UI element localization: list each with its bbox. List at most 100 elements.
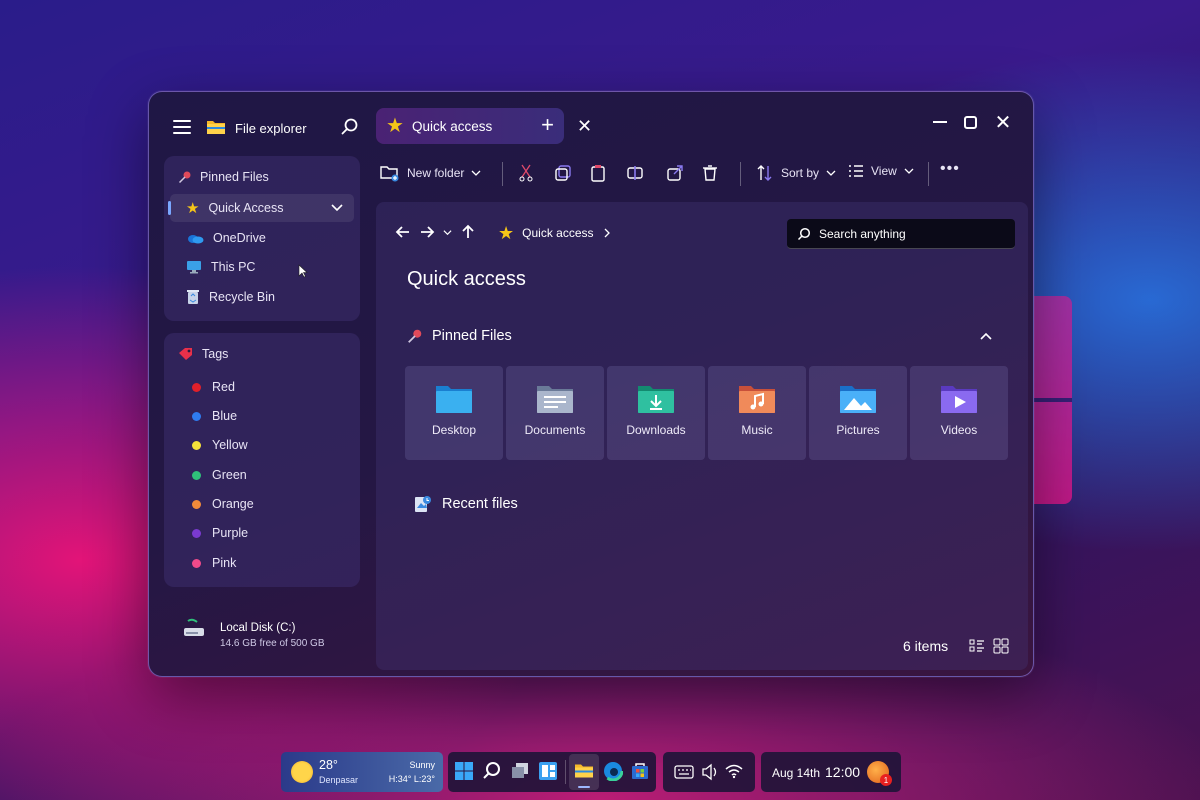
weather-city: Denpasar xyxy=(319,775,359,785)
tag-item-yellow[interactable]: Yellow xyxy=(192,438,248,452)
close-tab-icon[interactable]: ✕ xyxy=(577,116,592,136)
recent-files-section-heading[interactable]: Recent files xyxy=(413,494,518,514)
videos-folder-icon xyxy=(940,384,978,414)
folder-label: Desktop xyxy=(431,423,477,437)
close-window-button[interactable]: ✕ xyxy=(992,110,1014,134)
tag-label: Orange xyxy=(212,497,254,511)
sidebar-item-label: OneDrive xyxy=(213,231,266,245)
folder-tile-desktop[interactable]: Desktop xyxy=(405,366,503,460)
red-dot-icon xyxy=(192,382,201,392)
tag-item-red[interactable]: Red xyxy=(192,380,235,394)
chevron-up-icon[interactable] xyxy=(979,330,993,344)
sidebar-pinned-heading-label: Pinned Files xyxy=(200,170,269,184)
paste-icon[interactable] xyxy=(590,164,606,182)
edge-browser-icon[interactable] xyxy=(603,761,623,781)
toolbar-divider xyxy=(502,162,503,186)
weather-widget[interactable]: 28° Denpasar Sunny H:34° L:23° xyxy=(281,752,443,792)
disk-name[interactable]: Local Disk (C:) xyxy=(220,622,295,634)
up-arrow-icon[interactable] xyxy=(460,224,476,240)
new-folder-button[interactable]: New folder xyxy=(380,164,481,182)
store-icon[interactable] xyxy=(630,761,650,781)
tag-item-pink[interactable]: Pink xyxy=(192,556,236,570)
folder-tile-videos[interactable]: Videos xyxy=(910,366,1008,460)
new-tab-icon[interactable]: + xyxy=(541,112,554,138)
hard-drive-icon[interactable] xyxy=(183,618,205,640)
tiles-view-icon[interactable] xyxy=(993,638,1009,654)
clock-area[interactable]: Aug 14th 12:00 1 xyxy=(761,752,901,792)
new-folder-label: New folder xyxy=(407,166,465,180)
tag-item-orange[interactable]: Orange xyxy=(192,497,254,511)
delete-icon[interactable] xyxy=(702,164,718,182)
taskbar-divider xyxy=(565,760,566,784)
minimize-button[interactable] xyxy=(929,110,951,134)
search-icon[interactable] xyxy=(482,761,502,781)
sun-icon xyxy=(291,761,313,783)
main-content-area: ★ Quick access Search anything Quick acc… xyxy=(376,202,1028,670)
tag-label: Purple xyxy=(212,526,249,540)
monitor-icon xyxy=(186,260,202,274)
sidebar-item-onedrive[interactable]: OneDrive xyxy=(170,224,354,252)
chevron-down-icon[interactable] xyxy=(330,200,344,214)
widgets-icon[interactable] xyxy=(538,761,558,781)
forward-arrow-icon[interactable] xyxy=(419,224,435,240)
weather-high-low: H:34° L:23° xyxy=(388,774,435,784)
back-arrow-icon[interactable] xyxy=(395,224,411,240)
chevron-down-icon xyxy=(471,168,481,178)
taskbar-date: Aug 14th xyxy=(772,766,821,780)
volume-icon[interactable] xyxy=(701,763,719,781)
sidebar-item-quick-access[interactable]: ★ Quick Access xyxy=(168,194,354,222)
app-title: File explorer xyxy=(235,121,307,136)
details-view-icon[interactable] xyxy=(969,638,985,654)
cut-icon[interactable] xyxy=(518,164,534,182)
tags-heading: Tags xyxy=(178,347,228,361)
sidebar-item-recycle-bin[interactable]: Recycle Bin xyxy=(170,283,354,311)
folder-label: Videos xyxy=(940,423,978,437)
more-options-icon[interactable]: ••• xyxy=(940,160,960,178)
search-input[interactable]: Search anything xyxy=(787,219,1015,249)
hamburger-menu-icon[interactable] xyxy=(173,120,191,134)
tag-item-green[interactable]: Green xyxy=(192,468,247,482)
weather-temperature: 28° xyxy=(319,758,338,772)
task-view-icon[interactable] xyxy=(510,761,530,781)
new-folder-icon xyxy=(380,164,400,182)
sidebar-item-this-pc[interactable]: This PC xyxy=(170,253,354,281)
tag-label: Green xyxy=(212,468,247,482)
sidebar-pinned-heading: Pinned Files xyxy=(178,170,269,184)
view-button[interactable]: View xyxy=(848,164,914,178)
sort-icon xyxy=(756,164,774,182)
mouse-cursor-icon xyxy=(298,264,308,278)
folder-tile-documents[interactable]: Documents xyxy=(506,366,604,460)
taskbar-apps xyxy=(448,752,656,792)
pinned-files-section-heading[interactable]: Pinned Files xyxy=(407,328,512,344)
search-placeholder: Search anything xyxy=(819,226,906,241)
view-label: View xyxy=(871,164,897,178)
sort-by-button[interactable]: Sort by xyxy=(756,164,836,182)
wifi-icon[interactable] xyxy=(725,763,743,779)
disk-free-space: 14.6 GB free of 500 GB xyxy=(220,638,325,649)
folder-label: Pictures xyxy=(836,423,880,437)
maximize-button[interactable] xyxy=(959,110,981,134)
recent-locations-chevron-icon[interactable] xyxy=(443,228,452,237)
blue-dot-icon xyxy=(192,411,201,421)
search-icon[interactable] xyxy=(341,118,359,136)
rename-icon[interactable] xyxy=(626,164,644,182)
file-explorer-icon[interactable] xyxy=(574,761,594,779)
tags-heading-label: Tags xyxy=(202,347,229,361)
folder-tile-music[interactable]: Music xyxy=(708,366,806,460)
chevron-right-icon xyxy=(602,228,612,238)
downloads-folder-icon xyxy=(637,384,675,414)
system-tray xyxy=(663,752,755,792)
folder-label: Documents xyxy=(524,423,586,437)
windows-start-icon[interactable] xyxy=(454,761,474,781)
tag-item-blue[interactable]: Blue xyxy=(192,409,237,423)
breadcrumb-label: Quick access xyxy=(522,226,594,240)
tag-item-purple[interactable]: Purple xyxy=(192,526,248,540)
tag-icon xyxy=(178,347,194,361)
folder-tile-pictures[interactable]: Pictures xyxy=(809,366,907,460)
copy-icon[interactable] xyxy=(554,164,572,182)
folder-tile-downloads[interactable]: Downloads xyxy=(607,366,705,460)
keyboard-icon[interactable] xyxy=(674,765,694,779)
share-icon[interactable] xyxy=(666,164,684,182)
breadcrumb[interactable]: ★ Quick access xyxy=(498,224,612,242)
tab-quick-access[interactable]: ★ Quick access + xyxy=(376,108,564,144)
